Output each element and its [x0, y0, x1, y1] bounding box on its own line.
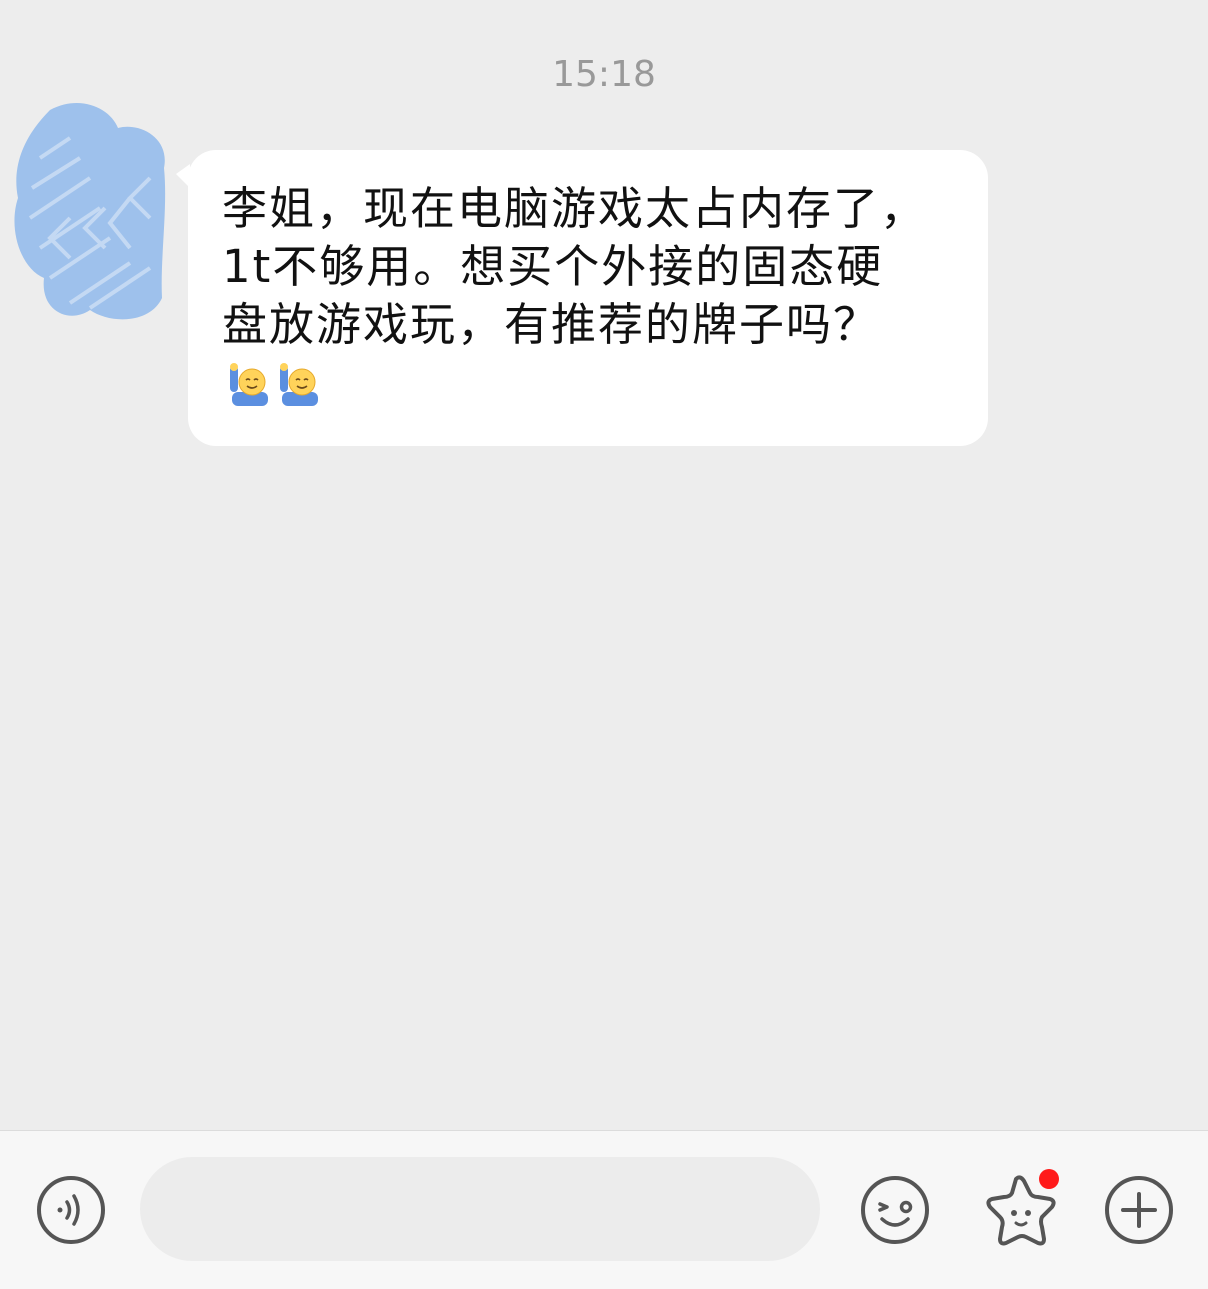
star-sticker-icon[interactable]	[978, 1169, 1064, 1249]
raising-hand-emoji-icon	[230, 363, 268, 406]
notification-dot	[1039, 1169, 1059, 1189]
contact-avatar[interactable]	[10, 98, 170, 328]
voice-icon[interactable]	[36, 1175, 106, 1245]
bubble-tail	[176, 164, 190, 188]
message-input[interactable]	[140, 1157, 820, 1261]
plus-icon[interactable]	[1104, 1175, 1174, 1245]
chat-input-bar	[0, 1130, 1208, 1289]
raising-hand-emoji-icon	[280, 363, 318, 406]
message-text: 李姐，现在电脑游戏太占内存了，1t不够用。想买个外接的固态硬盘放游戏玩，有推荐的…	[222, 180, 928, 412]
message-text-content: 李姐，现在电脑游戏太占内存了，1t不够用。想买个外接的固态硬盘放游戏玩，有推荐的…	[222, 182, 928, 351]
message-timestamp: 15:18	[552, 54, 656, 95]
emoji-icon[interactable]	[860, 1175, 930, 1245]
message-bubble[interactable]: 李姐，现在电脑游戏太占内存了，1t不够用。想买个外接的固态硬盘放游戏玩，有推荐的…	[176, 150, 988, 446]
